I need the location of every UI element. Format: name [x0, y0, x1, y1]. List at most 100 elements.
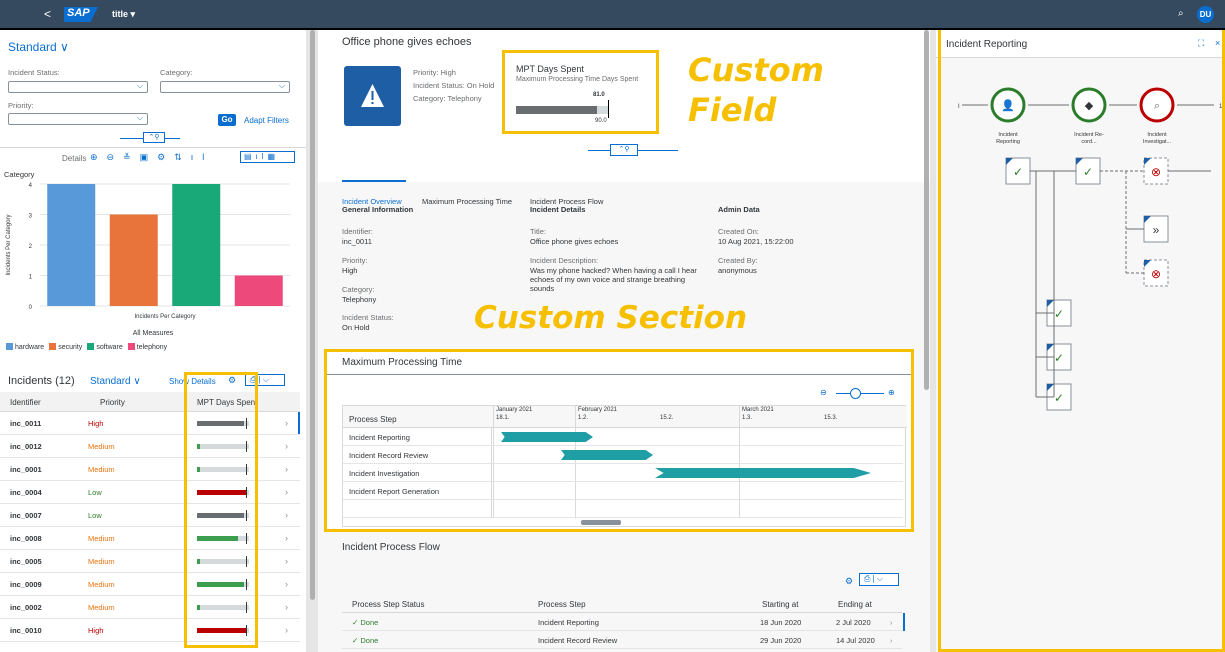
col-end: Ending at [838, 600, 872, 609]
table-variant-selector[interactable]: Standard ∨ [90, 376, 141, 387]
created-by-label: Created By: [718, 256, 758, 265]
scrollbar[interactable] [924, 30, 929, 390]
priority-label: Priority: [342, 256, 368, 265]
row-identifier: inc_0007 [10, 511, 42, 520]
row-status: ✓ Done [352, 618, 379, 627]
description-value: Was my phone hacked? When having a call … [530, 266, 697, 293]
navigation-chevron-icon[interactable]: › [285, 510, 288, 520]
legend-item-telephony[interactable]: telephony [127, 343, 167, 351]
priority-label: Priority: [8, 101, 34, 110]
x-axis-label: Incidents Per Category [134, 314, 195, 320]
flow-header: Process Step Status Process Step Startin… [342, 593, 902, 613]
custom-section-highlight [324, 349, 914, 532]
table-row[interactable]: ✓ Done Incident Reporting 18 Jun 2020 2 Jul… [342, 613, 902, 631]
navigation-chevron-icon[interactable]: › [285, 602, 288, 612]
navigation-chevron-icon[interactable]: › [285, 533, 288, 543]
back-button[interactable]: < [44, 7, 51, 21]
collapse-header-button[interactable]: ⌃⚲ [143, 132, 165, 143]
chart-title: Category [4, 170, 35, 179]
bar-hardware[interactable] [47, 184, 96, 306]
scrollbar[interactable] [310, 30, 315, 600]
search-icon[interactable]: ⌕ [1178, 8, 1184, 19]
status-label: Incident Status: [8, 68, 60, 77]
legend-item-security[interactable]: security [49, 343, 82, 351]
y-tick-label: 4 [29, 183, 33, 189]
collapse-header-button[interactable]: ⌃⚲ [610, 144, 638, 156]
navigation-chevron-icon[interactable]: › [285, 625, 288, 635]
chevron-down-icon: ⌵ [136, 113, 143, 122]
chart-type-toggle[interactable]: ▤ıl▦ [240, 151, 295, 163]
y-tick-label: 0 [29, 305, 33, 311]
details-heading: Incident Details [530, 205, 586, 214]
description-label: Incident Description: [530, 256, 598, 265]
priority-value: High [342, 266, 358, 275]
status-attr: Incident Status: On Hold [413, 81, 495, 90]
list-pane: Standard ∨ Incident Status: Category: ⌵ … [0, 30, 306, 652]
table-row[interactable]: ✓ Done Incident Record Review 29 Jun 2020 1… [342, 631, 902, 649]
legend-label: hardware [15, 344, 45, 351]
go-button[interactable]: Go [218, 114, 236, 126]
navigation-chevron-icon[interactable]: › [285, 464, 288, 474]
created-by-value: anonymous [718, 266, 757, 275]
priority-attr: Priority: High [413, 68, 456, 77]
navigation-chevron-icon[interactable]: › [285, 579, 288, 589]
warning-icon [344, 66, 401, 126]
settings-icon[interactable]: ⚙ [845, 576, 853, 587]
general-info-heading: General Information [342, 205, 414, 214]
navigation-chevron-icon[interactable]: › [285, 487, 288, 497]
row-priority: Low [88, 511, 102, 520]
process-flow-pane: Incident Reporting ⛶ × 👤 Incident Reportin… [936, 30, 1225, 652]
row-step: Incident Record Review [538, 636, 618, 645]
bar-software[interactable] [172, 184, 221, 306]
custom-section-annotation: Custom Section [474, 300, 748, 336]
bar-security[interactable] [109, 214, 158, 307]
row-priority: Medium [88, 603, 115, 612]
category-bar-chart: 4 3 2 1 0 Incidents Per Category Incidents Per… [6, 183, 290, 320]
created-on-label: Created On: [718, 227, 759, 236]
row-identifier: inc_0008 [10, 534, 42, 543]
export-button[interactable]: ⎙ | ⌵ [859, 573, 899, 586]
row-status: ✓ Done [352, 636, 379, 645]
status-select[interactable]: ⌵ [8, 81, 148, 93]
navigation-chevron-icon[interactable]: › [285, 556, 288, 566]
tab-max-processing-time[interactable]: Maximum Processing Time [422, 197, 512, 206]
row-identifier: inc_0001 [10, 465, 42, 474]
col-start: Starting at [762, 600, 799, 609]
bar-telephony[interactable] [234, 275, 283, 307]
avatar[interactable]: DU [1197, 6, 1214, 23]
shell-bar: < SAP title ▾ ⌕ DU [0, 0, 1225, 28]
legend-label: software [96, 344, 123, 351]
row-priority: Medium [88, 557, 115, 566]
category-select[interactable]: ⌵ [160, 81, 290, 93]
row-priority: Medium [88, 580, 115, 589]
status-value: On Hold [342, 323, 370, 332]
legend-item-software[interactable]: software [87, 343, 123, 351]
navigation-chevron-icon: › [890, 618, 893, 627]
navigation-chevron-icon[interactable]: › [285, 441, 288, 451]
created-on-value: 10 Aug 2021, 15:22:00 [718, 237, 794, 246]
row-identifier: inc_0012 [10, 442, 42, 451]
identifier-label: Identifier: [342, 227, 373, 236]
process-flow-title: Incident Process Flow [342, 542, 440, 553]
adapt-filters-link[interactable]: Adapt Filters [244, 116, 289, 125]
navigation-chevron-icon[interactable]: › [285, 418, 288, 428]
chart-legend: hardware security software telephony [6, 343, 172, 351]
active-tab-indicator [342, 180, 406, 182]
priority-select[interactable]: ⌵ [8, 113, 148, 125]
status-label: Incident Status: [342, 313, 394, 322]
details-button[interactable]: Details [62, 154, 86, 163]
selected-row-indicator [298, 412, 300, 434]
y-axis-label: Incidents Per Category [6, 214, 12, 275]
app-title-menu[interactable]: title ▾ [112, 9, 135, 20]
chart-toolbar-icons[interactable]: ⊕⊖≚▣⚙⇅ıl [90, 152, 213, 163]
row-step: Incident Reporting [538, 618, 599, 627]
category-attr: Category: Telephony [413, 94, 482, 103]
variant-selector[interactable]: Standard ∨ [8, 40, 69, 54]
col-priority: Priority [100, 398, 125, 407]
chevron-down-icon: ⌵ [136, 81, 143, 90]
row-start: 18 Jun 2020 [760, 618, 802, 627]
table-title: Incidents (12) [8, 375, 75, 387]
mpt-column-highlight [184, 372, 258, 648]
col-identifier: Identifier [10, 398, 41, 407]
legend-item-hardware[interactable]: hardware [6, 343, 45, 351]
